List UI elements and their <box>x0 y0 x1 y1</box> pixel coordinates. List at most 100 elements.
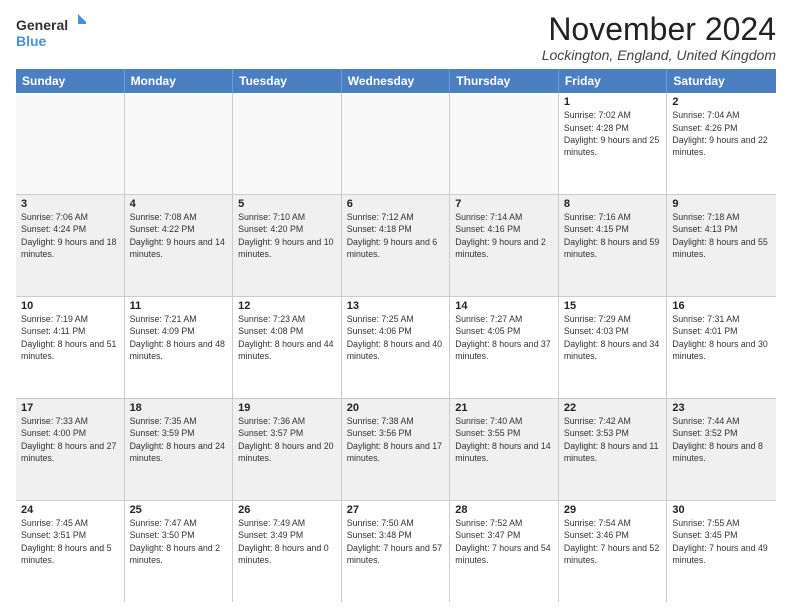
day-info-13: Sunrise: 7:25 AM Sunset: 4:06 PM Dayligh… <box>347 313 445 362</box>
cell-r1-c4: 7Sunrise: 7:14 AM Sunset: 4:16 PM Daylig… <box>450 195 559 296</box>
cell-r1-c0: 3Sunrise: 7:06 AM Sunset: 4:24 PM Daylig… <box>16 195 125 296</box>
cell-r0-c2 <box>233 93 342 194</box>
day-info-25: Sunrise: 7:47 AM Sunset: 3:50 PM Dayligh… <box>130 517 228 566</box>
day-info-27: Sunrise: 7:50 AM Sunset: 3:48 PM Dayligh… <box>347 517 445 566</box>
day-number-5: 5 <box>238 198 336 210</box>
cell-r1-c2: 5Sunrise: 7:10 AM Sunset: 4:20 PM Daylig… <box>233 195 342 296</box>
day-info-2: Sunrise: 7:04 AM Sunset: 4:26 PM Dayligh… <box>672 109 771 158</box>
day-number-16: 16 <box>672 300 771 312</box>
cell-r1-c3: 6Sunrise: 7:12 AM Sunset: 4:18 PM Daylig… <box>342 195 451 296</box>
header: General Blue November 2024 Lockington, E… <box>16 12 776 63</box>
day-info-18: Sunrise: 7:35 AM Sunset: 3:59 PM Dayligh… <box>130 415 228 464</box>
header-wednesday: Wednesday <box>342 69 451 93</box>
day-info-9: Sunrise: 7:18 AM Sunset: 4:13 PM Dayligh… <box>672 211 771 260</box>
cell-r0-c6: 2Sunrise: 7:04 AM Sunset: 4:26 PM Daylig… <box>667 93 776 194</box>
cell-r4-c1: 25Sunrise: 7:47 AM Sunset: 3:50 PM Dayli… <box>125 501 234 602</box>
day-info-24: Sunrise: 7:45 AM Sunset: 3:51 PM Dayligh… <box>21 517 119 566</box>
day-number-23: 23 <box>672 402 771 414</box>
cell-r3-c2: 19Sunrise: 7:36 AM Sunset: 3:57 PM Dayli… <box>233 399 342 500</box>
day-number-15: 15 <box>564 300 662 312</box>
cell-r3-c3: 20Sunrise: 7:38 AM Sunset: 3:56 PM Dayli… <box>342 399 451 500</box>
cell-r2-c5: 15Sunrise: 7:29 AM Sunset: 4:03 PM Dayli… <box>559 297 668 398</box>
cell-r3-c6: 23Sunrise: 7:44 AM Sunset: 3:52 PM Dayli… <box>667 399 776 500</box>
day-info-8: Sunrise: 7:16 AM Sunset: 4:15 PM Dayligh… <box>564 211 662 260</box>
day-number-21: 21 <box>455 402 553 414</box>
cell-r3-c1: 18Sunrise: 7:35 AM Sunset: 3:59 PM Dayli… <box>125 399 234 500</box>
cell-r0-c1 <box>125 93 234 194</box>
calendar-row-2: 10Sunrise: 7:19 AM Sunset: 4:11 PM Dayli… <box>16 297 776 399</box>
cell-r2-c3: 13Sunrise: 7:25 AM Sunset: 4:06 PM Dayli… <box>342 297 451 398</box>
day-number-20: 20 <box>347 402 445 414</box>
day-info-23: Sunrise: 7:44 AM Sunset: 3:52 PM Dayligh… <box>672 415 771 464</box>
day-number-12: 12 <box>238 300 336 312</box>
day-number-1: 1 <box>564 96 662 108</box>
day-info-15: Sunrise: 7:29 AM Sunset: 4:03 PM Dayligh… <box>564 313 662 362</box>
day-number-11: 11 <box>130 300 228 312</box>
day-info-1: Sunrise: 7:02 AM Sunset: 4:28 PM Dayligh… <box>564 109 662 158</box>
day-number-9: 9 <box>672 198 771 210</box>
day-info-3: Sunrise: 7:06 AM Sunset: 4:24 PM Dayligh… <box>21 211 119 260</box>
cell-r2-c1: 11Sunrise: 7:21 AM Sunset: 4:09 PM Dayli… <box>125 297 234 398</box>
day-info-20: Sunrise: 7:38 AM Sunset: 3:56 PM Dayligh… <box>347 415 445 464</box>
day-info-6: Sunrise: 7:12 AM Sunset: 4:18 PM Dayligh… <box>347 211 445 260</box>
cell-r1-c1: 4Sunrise: 7:08 AM Sunset: 4:22 PM Daylig… <box>125 195 234 296</box>
calendar-row-1: 3Sunrise: 7:06 AM Sunset: 4:24 PM Daylig… <box>16 195 776 297</box>
cell-r1-c6: 9Sunrise: 7:18 AM Sunset: 4:13 PM Daylig… <box>667 195 776 296</box>
logo-svg: General Blue <box>16 12 86 52</box>
header-sunday: Sunday <box>16 69 125 93</box>
day-info-12: Sunrise: 7:23 AM Sunset: 4:08 PM Dayligh… <box>238 313 336 362</box>
day-number-22: 22 <box>564 402 662 414</box>
day-number-24: 24 <box>21 504 119 516</box>
day-info-7: Sunrise: 7:14 AM Sunset: 4:16 PM Dayligh… <box>455 211 553 260</box>
day-number-13: 13 <box>347 300 445 312</box>
day-number-3: 3 <box>21 198 119 210</box>
cell-r2-c0: 10Sunrise: 7:19 AM Sunset: 4:11 PM Dayli… <box>16 297 125 398</box>
day-number-14: 14 <box>455 300 553 312</box>
cell-r2-c2: 12Sunrise: 7:23 AM Sunset: 4:08 PM Dayli… <box>233 297 342 398</box>
cell-r4-c0: 24Sunrise: 7:45 AM Sunset: 3:51 PM Dayli… <box>16 501 125 602</box>
day-number-28: 28 <box>455 504 553 516</box>
header-thursday: Thursday <box>450 69 559 93</box>
day-info-19: Sunrise: 7:36 AM Sunset: 3:57 PM Dayligh… <box>238 415 336 464</box>
day-number-19: 19 <box>238 402 336 414</box>
cell-r4-c6: 30Sunrise: 7:55 AM Sunset: 3:45 PM Dayli… <box>667 501 776 602</box>
location: Lockington, England, United Kingdom <box>542 47 776 63</box>
cell-r0-c3 <box>342 93 451 194</box>
cell-r4-c4: 28Sunrise: 7:52 AM Sunset: 3:47 PM Dayli… <box>450 501 559 602</box>
calendar-body: 1Sunrise: 7:02 AM Sunset: 4:28 PM Daylig… <box>16 93 776 602</box>
header-saturday: Saturday <box>667 69 776 93</box>
title-block: November 2024 Lockington, England, Unite… <box>542 12 776 63</box>
header-friday: Friday <box>559 69 668 93</box>
cell-r0-c0 <box>16 93 125 194</box>
day-info-17: Sunrise: 7:33 AM Sunset: 4:00 PM Dayligh… <box>21 415 119 464</box>
day-number-4: 4 <box>130 198 228 210</box>
day-info-26: Sunrise: 7:49 AM Sunset: 3:49 PM Dayligh… <box>238 517 336 566</box>
day-info-5: Sunrise: 7:10 AM Sunset: 4:20 PM Dayligh… <box>238 211 336 260</box>
day-number-26: 26 <box>238 504 336 516</box>
calendar: Sunday Monday Tuesday Wednesday Thursday… <box>16 69 776 602</box>
day-info-4: Sunrise: 7:08 AM Sunset: 4:22 PM Dayligh… <box>130 211 228 260</box>
cell-r0-c4 <box>450 93 559 194</box>
calendar-header: Sunday Monday Tuesday Wednesday Thursday… <box>16 69 776 93</box>
day-info-21: Sunrise: 7:40 AM Sunset: 3:55 PM Dayligh… <box>455 415 553 464</box>
header-monday: Monday <box>125 69 234 93</box>
day-number-17: 17 <box>21 402 119 414</box>
day-number-25: 25 <box>130 504 228 516</box>
svg-text:General: General <box>16 17 68 33</box>
day-number-8: 8 <box>564 198 662 210</box>
svg-text:Blue: Blue <box>16 33 47 49</box>
cell-r4-c2: 26Sunrise: 7:49 AM Sunset: 3:49 PM Dayli… <box>233 501 342 602</box>
day-number-27: 27 <box>347 504 445 516</box>
day-info-22: Sunrise: 7:42 AM Sunset: 3:53 PM Dayligh… <box>564 415 662 464</box>
logo: General Blue <box>16 12 86 52</box>
cell-r1-c5: 8Sunrise: 7:16 AM Sunset: 4:15 PM Daylig… <box>559 195 668 296</box>
day-number-10: 10 <box>21 300 119 312</box>
month-title: November 2024 <box>542 12 776 47</box>
cell-r3-c4: 21Sunrise: 7:40 AM Sunset: 3:55 PM Dayli… <box>450 399 559 500</box>
cell-r4-c3: 27Sunrise: 7:50 AM Sunset: 3:48 PM Dayli… <box>342 501 451 602</box>
day-info-16: Sunrise: 7:31 AM Sunset: 4:01 PM Dayligh… <box>672 313 771 362</box>
day-info-11: Sunrise: 7:21 AM Sunset: 4:09 PM Dayligh… <box>130 313 228 362</box>
day-number-29: 29 <box>564 504 662 516</box>
cell-r4-c5: 29Sunrise: 7:54 AM Sunset: 3:46 PM Dayli… <box>559 501 668 602</box>
cell-r0-c5: 1Sunrise: 7:02 AM Sunset: 4:28 PM Daylig… <box>559 93 668 194</box>
